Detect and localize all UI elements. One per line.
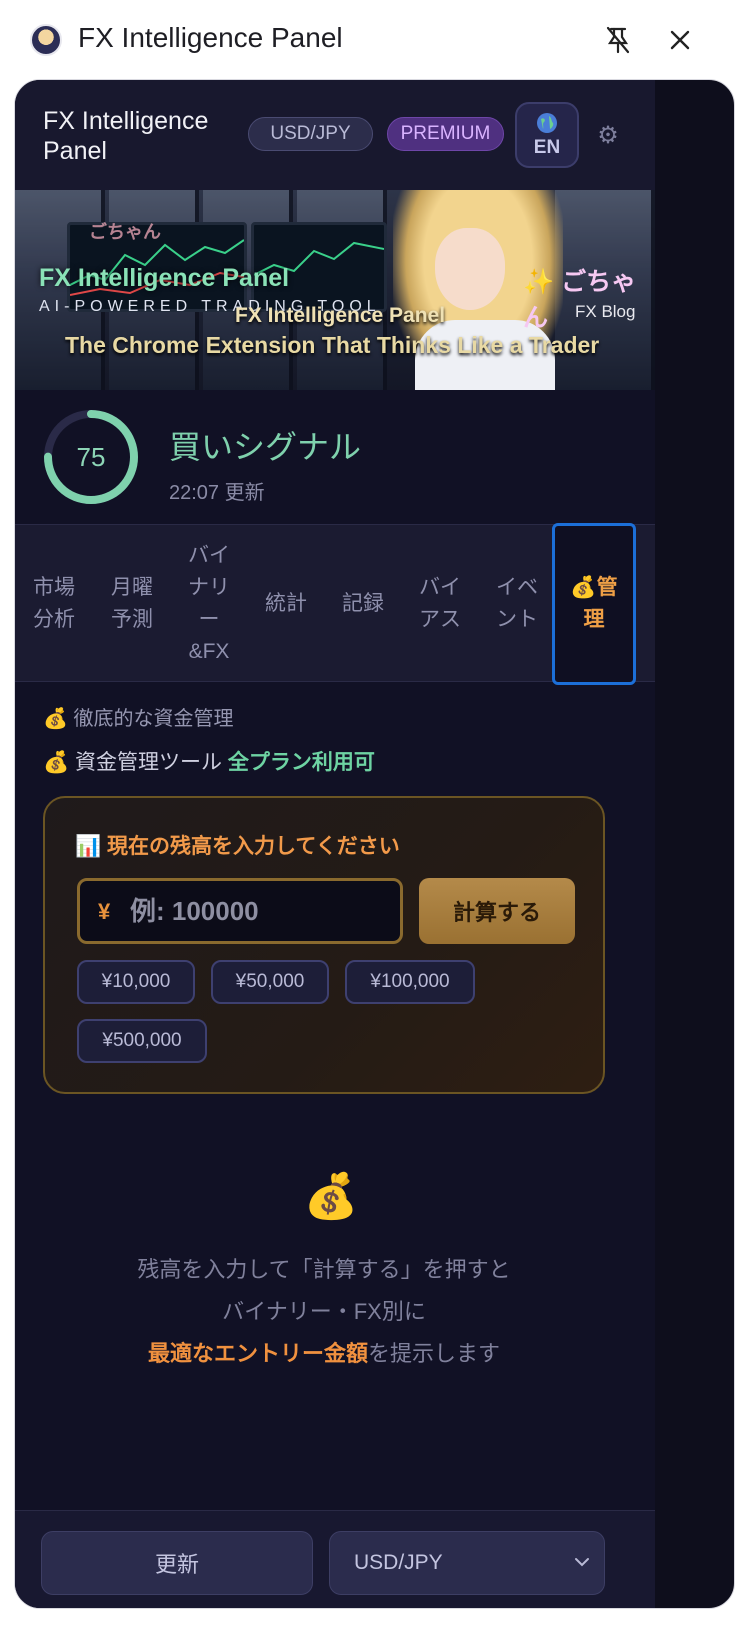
empty-state-line-3-rest: を提示します <box>368 1341 501 1366</box>
money-bag-icon: 💰 <box>303 1172 359 1221</box>
banner-character-face <box>435 228 505 310</box>
balance-input[interactable] <box>130 889 390 933</box>
empty-state-line-1: 残高を入力して「計算する」を押すと <box>137 1257 511 1282</box>
chevron-down-icon <box>575 1558 589 1567</box>
unpin-icon[interactable] <box>600 22 636 58</box>
management-tool-label: 💰 資金管理ツール 全プラン利用可 <box>43 746 375 776</box>
signal-label: 買いシグナル <box>169 429 362 465</box>
extension-panel: FX Intelligence Panel USD/JPY PREMIUM EN… <box>15 80 655 1608</box>
refresh-button[interactable]: 更新 <box>41 1531 313 1595</box>
app-title: FX Intelligence Panel <box>43 107 209 165</box>
preset-50000-button[interactable]: ¥50,000 <box>211 960 329 1004</box>
promo-banner: ごちゃん FX Intelligence Panel AI-POWERED TR… <box>15 190 655 390</box>
side-panel-title: FX Intelligence Panel <box>78 22 343 53</box>
empty-state-highlight: 最適なエントリー金額 <box>147 1341 368 1366</box>
app-header: FX Intelligence Panel USD/JPY PREMIUM EN… <box>15 80 655 190</box>
signal-score: 75 <box>76 441 106 472</box>
language-toggle-button[interactable]: EN <box>515 102 579 168</box>
preset-10000-button[interactable]: ¥10,000 <box>77 960 195 1004</box>
tab-records[interactable]: 記録 <box>324 525 402 683</box>
close-icon[interactable] <box>662 22 698 58</box>
signal-updated-time: 22:07 更新 <box>169 482 265 504</box>
tab-monday-forecast[interactable]: 月曜 予測 <box>93 525 171 683</box>
tab-bias[interactable]: バイ アス <box>401 525 479 683</box>
yen-icon: ¥ <box>98 899 111 924</box>
empty-state-line-3: 最適なエントリー金額を提示します <box>15 1336 633 1368</box>
tab-binary-fx[interactable]: バイ ナリ ー &FX <box>170 525 248 683</box>
tab-bar: 市場 分析 月曜 予測 バイ ナリ ー &FX 統計 記録 バイ アス イベ ン… <box>15 523 655 685</box>
empty-state-line-2: バイナリー・FX別に <box>222 1299 426 1324</box>
panel-footer: 更新 USD/JPY <box>15 1510 655 1608</box>
banner-watermark: ごちゃん <box>89 222 161 242</box>
tab-events[interactable]: イベ ント <box>478 525 556 683</box>
tool-label-text: 💰 資金管理ツール <box>43 751 222 774</box>
preset-100000-button[interactable]: ¥100,000 <box>345 960 475 1004</box>
gear-icon[interactable]: ⚙ <box>593 120 623 150</box>
preset-500000-button[interactable]: ¥500,000 <box>77 1019 207 1063</box>
pair-select-value: USD/JPY <box>354 1551 443 1574</box>
balance-input-card: 📊 現在の残高を入力してください ¥ 計算する ¥10,000 ¥50,000 … <box>43 796 605 1094</box>
language-label: EN <box>533 137 561 158</box>
balance-card-heading: 📊 現在の残高を入力してください <box>75 835 400 858</box>
banner-brand-sub: FX Blog <box>575 302 636 321</box>
currency-pair-select[interactable]: USD/JPY <box>329 1531 605 1595</box>
tab-management[interactable]: 💰管 理 <box>552 523 636 685</box>
signal-summary: 75 買いシグナル 22:07 更新 <box>15 390 655 524</box>
extension-panel-frame: FX Intelligence Panel USD/JPY PREMIUM EN… <box>14 79 735 1609</box>
tab-market-analysis[interactable]: 市場 分析 <box>15 525 93 683</box>
banner-caption-2: The Chrome Extension That Thinks Like a … <box>65 332 600 358</box>
tab-statistics[interactable]: 統計 <box>247 525 325 683</box>
management-section-title: 💰 徹底的な資金管理 <box>43 708 234 730</box>
banner-caption-1: FX Intelligence Panel <box>235 304 446 327</box>
currency-pair-badge: USD/JPY <box>248 117 373 151</box>
side-panel-titlebar: FX Intelligence Panel <box>0 0 752 80</box>
balance-input-wrapper: ¥ <box>77 878 403 944</box>
banner-brand-name: ✨ ごちゃん <box>523 268 637 332</box>
globe-icon <box>537 113 557 133</box>
plan-availability: 全プラン利用可 <box>227 751 375 774</box>
calculate-button[interactable]: 計算する <box>419 878 575 944</box>
premium-badge: PREMIUM <box>387 117 504 151</box>
banner-title: FX Intelligence Panel <box>39 264 290 292</box>
extension-avatar-icon <box>30 24 62 56</box>
